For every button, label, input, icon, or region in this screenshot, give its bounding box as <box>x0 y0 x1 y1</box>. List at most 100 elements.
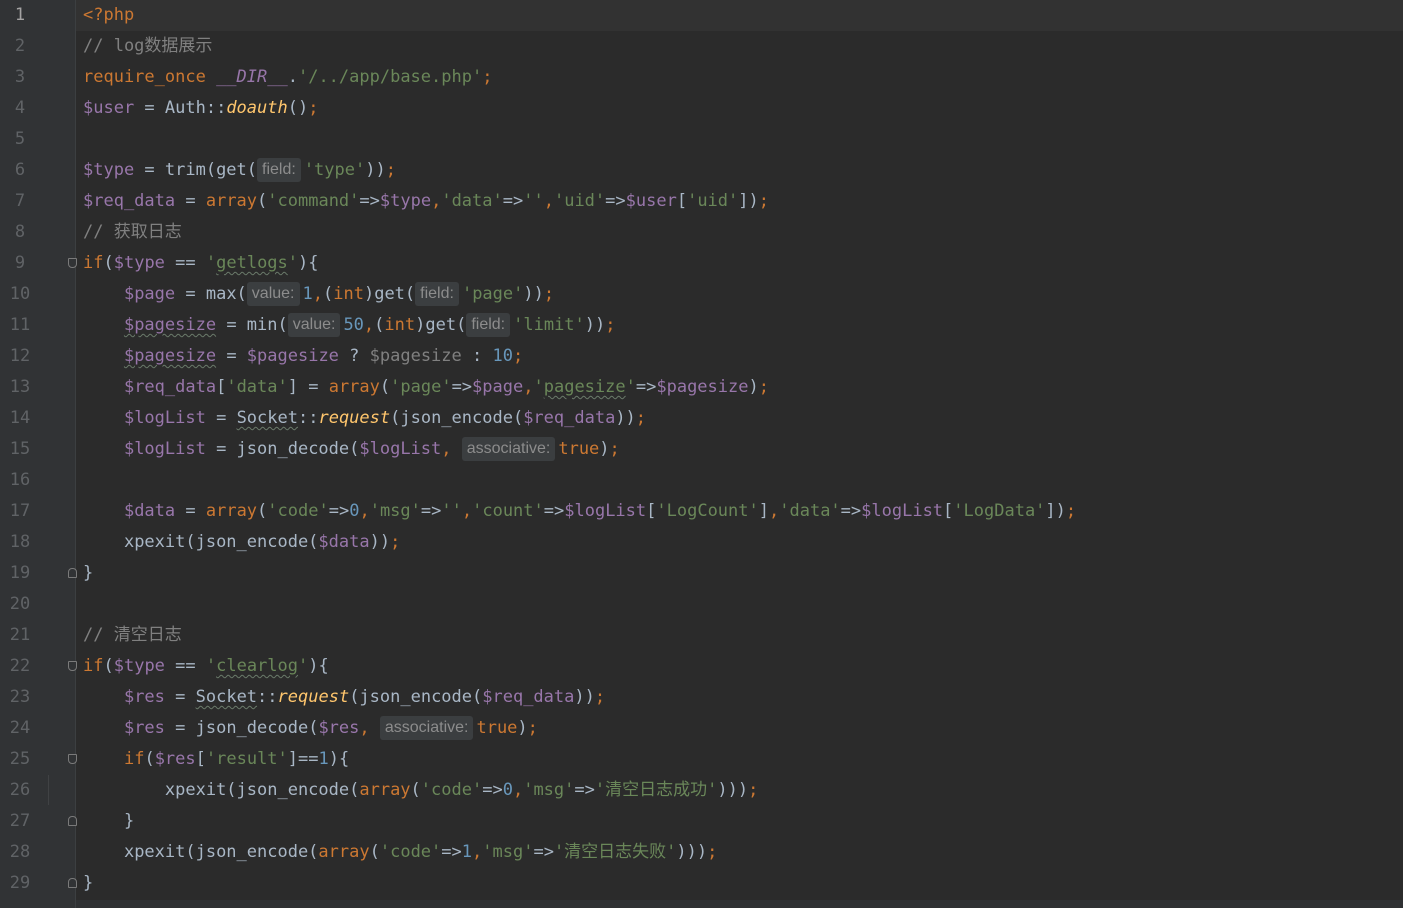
line-number[interactable]: 21 <box>0 620 40 651</box>
parameter-hint: field: <box>415 282 459 306</box>
string-literal: 'msg' <box>369 501 421 521</box>
variable: $req_data <box>83 191 176 211</box>
code-text: ] <box>758 501 769 521</box>
code-text: )) <box>369 532 391 552</box>
line-number[interactable]: 1 <box>0 0 40 31</box>
parameter-hint: value: <box>246 282 300 306</box>
line-number[interactable]: 6 <box>0 155 40 186</box>
string-literal: 'count' <box>472 501 544 521</box>
line-number[interactable]: 15 <box>0 434 40 465</box>
code-line[interactable]: // 清空日志 <box>76 620 1403 651</box>
code-text: ) <box>517 718 528 738</box>
string-literal: 'uid' <box>687 191 739 211</box>
code-text: )) <box>584 315 606 335</box>
keyword: array <box>205 191 258 211</box>
line-number[interactable]: 18 <box>0 527 40 558</box>
class-name: Socket <box>195 687 258 707</box>
code-text: ( <box>103 253 114 273</box>
line-number[interactable]: 13 <box>0 372 40 403</box>
string-literal: ' <box>287 253 299 273</box>
code-line[interactable]: } <box>76 868 1403 899</box>
line-number[interactable]: 20 <box>0 589 40 620</box>
line-number[interactable]: 25 <box>0 744 40 775</box>
code-text: )get( <box>415 315 467 335</box>
string-literal: 'type' <box>303 160 366 180</box>
line-number[interactable]: 10 <box>0 279 40 310</box>
line-number[interactable]: 3 <box>0 62 40 93</box>
code-text: ( <box>323 284 334 304</box>
line-number[interactable]: 17 <box>0 496 40 527</box>
code-line[interactable]: require_once __DIR__.'/../app/base.php'; <box>76 62 1403 93</box>
line-number[interactable]: 7 <box>0 186 40 217</box>
code-line[interactable]: $res = json_decode($res, associative: tru… <box>76 713 1403 744</box>
line-number[interactable]: 24 <box>0 713 40 744</box>
keyword: , <box>472 842 483 862</box>
line-number[interactable]: 16 <box>0 465 40 496</box>
code-line[interactable]: xpexit(json_encode(array('code'=>1,'msg'… <box>76 837 1403 868</box>
code-area[interactable]: <?php // log数据展示 require_once __DIR__.'/..… <box>76 0 1403 908</box>
code-line[interactable]: <?php <box>76 0 1403 31</box>
code-text: = Auth:: <box>134 98 227 118</box>
line-number-gutter[interactable]: 1 2 3 4 5 6 7 8 9 10 11 12 13 14 15 16 17 18 19 20 21 22 23 24 2… <box>0 0 77 908</box>
code-line[interactable]: $pagesize = min(value: 50,(int)get(field:… <box>76 310 1403 341</box>
code-line[interactable]: $res = Socket::request(json_encode($req_… <box>76 682 1403 713</box>
code-line[interactable]: $logList = Socket::request(json_encode($… <box>76 403 1403 434</box>
code-text: ){ <box>298 253 319 273</box>
horizontal-scrollbar[interactable] <box>76 900 1403 908</box>
line-number[interactable]: 28 <box>0 837 40 868</box>
code-line[interactable]: } <box>76 806 1403 837</box>
string-literal: 'data' <box>441 191 503 211</box>
line-number[interactable]: 9 <box>0 248 40 279</box>
code-line[interactable]: $data = array('code'=>0,'msg'=>'','count… <box>76 496 1403 527</box>
line-number[interactable]: 23 <box>0 682 40 713</box>
line-number[interactable]: 22 <box>0 651 40 682</box>
line-number[interactable]: 19 <box>0 558 40 589</box>
string-literal: ' <box>205 656 217 676</box>
line-number[interactable]: 12 <box>0 341 40 372</box>
code-line[interactable]: xpexit(json_encode($data)); <box>76 527 1403 558</box>
code-line[interactable]: $pagesize = $pagesize ? $pagesize : 10; <box>76 341 1403 372</box>
line-number[interactable]: 27 <box>0 806 40 837</box>
code-line[interactable]: if($res['result']==1){ <box>76 744 1403 775</box>
code-line[interactable]: // 获取日志 <box>76 217 1403 248</box>
string-literal: 'msg' <box>523 780 575 800</box>
line-number[interactable]: 11 <box>0 310 40 341</box>
code-line[interactable] <box>76 589 1403 620</box>
keyword: ; <box>758 377 769 397</box>
code-text: ( <box>374 315 385 335</box>
code-line[interactable] <box>76 124 1403 155</box>
code-line[interactable]: $type = trim(get(field:'type')); <box>76 155 1403 186</box>
code-line[interactable] <box>76 465 1403 496</box>
code-line[interactable]: $req_data = array('command'=>$type,'data… <box>76 186 1403 217</box>
keyword: , <box>363 315 375 335</box>
line-number[interactable]: 29 <box>0 868 40 899</box>
line-number[interactable]: 4 <box>0 93 40 124</box>
comment: // 清空日志 <box>83 625 182 645</box>
line-number[interactable]: 14 <box>0 403 40 434</box>
code-text: )) <box>523 284 544 304</box>
code-text: [ <box>216 377 227 397</box>
line-number[interactable]: 26 <box>0 775 40 806</box>
code-line[interactable]: $user = Auth::doauth(); <box>76 93 1403 124</box>
line-number[interactable]: 8 <box>0 217 40 248</box>
variable: $logList <box>123 408 206 428</box>
code-line[interactable]: $page = max(value: 1,(int)get(field:'page… <box>76 279 1403 310</box>
code-text: => <box>605 191 626 211</box>
code-line[interactable]: $logList = json_decode($logList, associa… <box>76 434 1403 465</box>
line-number[interactable]: 5 <box>0 124 40 155</box>
code-line[interactable]: xpexit(json_encode(array('code'=>0,'msg'… <box>76 775 1403 806</box>
function-name: request <box>277 687 350 707</box>
keyword: array <box>318 842 370 862</box>
code-line[interactable]: if($type == 'clearlog'){ <box>76 651 1403 682</box>
code-line[interactable]: if($type == 'getlogs'){ <box>76 248 1403 279</box>
string-literal: ' <box>205 253 217 273</box>
code-line[interactable]: } <box>76 558 1403 589</box>
code-editor[interactable]: 1 2 3 4 5 6 7 8 9 10 11 12 13 14 15 16 17 18 19 20 21 22 23 24 2… <box>0 0 1403 908</box>
code-line[interactable]: // log数据展示 <box>76 31 1403 62</box>
code-line[interactable]: $req_data['data'] = array('page'=>$page,… <box>76 372 1403 403</box>
line-number[interactable]: 2 <box>0 31 40 62</box>
indent-guide <box>48 775 49 805</box>
string-literal: 'page' <box>390 377 452 397</box>
